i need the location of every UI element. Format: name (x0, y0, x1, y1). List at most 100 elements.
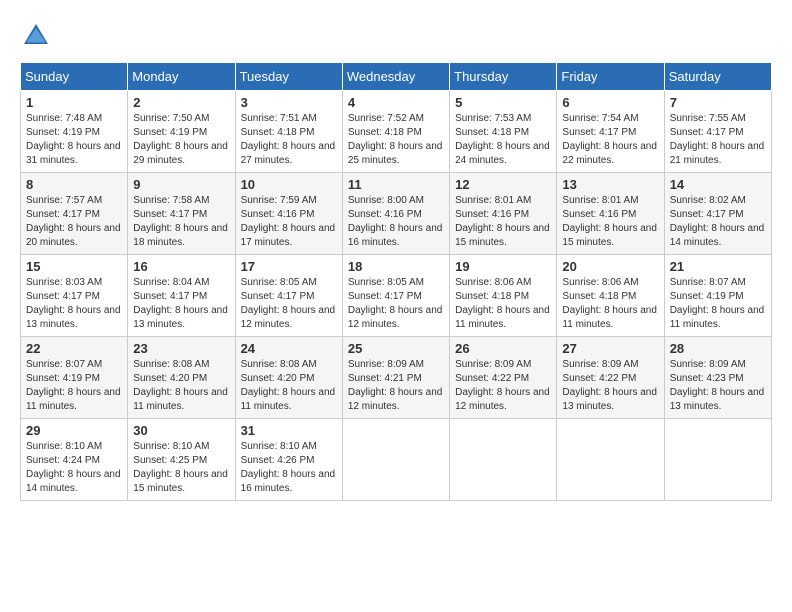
day-number: 6 (562, 95, 658, 110)
day-detail: Sunrise: 7:54 AMSunset: 4:17 PMDaylight:… (562, 113, 657, 166)
calendar-day-cell (342, 419, 449, 501)
day-detail: Sunrise: 8:07 AMSunset: 4:19 PMDaylight:… (670, 277, 765, 330)
day-number: 14 (670, 177, 766, 192)
calendar-week-row: 15 Sunrise: 8:03 AMSunset: 4:17 PMDaylig… (21, 255, 772, 337)
calendar-day-cell: 3 Sunrise: 7:51 AMSunset: 4:18 PMDayligh… (235, 91, 342, 173)
day-detail: Sunrise: 7:51 AMSunset: 4:18 PMDaylight:… (241, 113, 336, 166)
day-detail: Sunrise: 8:06 AMSunset: 4:18 PMDaylight:… (562, 277, 657, 330)
day-detail: Sunrise: 7:50 AMSunset: 4:19 PMDaylight:… (133, 113, 228, 166)
day-of-week-header: Sunday (21, 63, 128, 91)
calendar-day-cell: 17 Sunrise: 8:05 AMSunset: 4:17 PMDaylig… (235, 255, 342, 337)
day-number: 18 (348, 259, 444, 274)
day-detail: Sunrise: 8:04 AMSunset: 4:17 PMDaylight:… (133, 277, 228, 330)
calendar-table: SundayMondayTuesdayWednesdayThursdayFrid… (20, 62, 772, 501)
day-detail: Sunrise: 8:08 AMSunset: 4:20 PMDaylight:… (133, 359, 228, 412)
day-detail: Sunrise: 8:05 AMSunset: 4:17 PMDaylight:… (241, 277, 336, 330)
page-header (20, 20, 772, 52)
day-number: 16 (133, 259, 229, 274)
calendar-day-cell: 2 Sunrise: 7:50 AMSunset: 4:19 PMDayligh… (128, 91, 235, 173)
calendar-day-cell: 27 Sunrise: 8:09 AMSunset: 4:22 PMDaylig… (557, 337, 664, 419)
day-number: 31 (241, 423, 337, 438)
calendar-day-cell: 9 Sunrise: 7:58 AMSunset: 4:17 PMDayligh… (128, 173, 235, 255)
calendar-day-cell: 18 Sunrise: 8:05 AMSunset: 4:17 PMDaylig… (342, 255, 449, 337)
day-detail: Sunrise: 8:02 AMSunset: 4:17 PMDaylight:… (670, 195, 765, 248)
calendar-day-cell: 28 Sunrise: 8:09 AMSunset: 4:23 PMDaylig… (664, 337, 771, 419)
day-detail: Sunrise: 7:59 AMSunset: 4:16 PMDaylight:… (241, 195, 336, 248)
day-detail: Sunrise: 8:09 AMSunset: 4:23 PMDaylight:… (670, 359, 765, 412)
calendar-day-cell: 10 Sunrise: 7:59 AMSunset: 4:16 PMDaylig… (235, 173, 342, 255)
calendar-day-cell: 24 Sunrise: 8:08 AMSunset: 4:20 PMDaylig… (235, 337, 342, 419)
day-number: 24 (241, 341, 337, 356)
day-number: 22 (26, 341, 122, 356)
calendar-day-cell: 5 Sunrise: 7:53 AMSunset: 4:18 PMDayligh… (450, 91, 557, 173)
calendar-week-row: 22 Sunrise: 8:07 AMSunset: 4:19 PMDaylig… (21, 337, 772, 419)
calendar-day-cell: 20 Sunrise: 8:06 AMSunset: 4:18 PMDaylig… (557, 255, 664, 337)
day-detail: Sunrise: 8:01 AMSunset: 4:16 PMDaylight:… (455, 195, 550, 248)
calendar-day-cell: 25 Sunrise: 8:09 AMSunset: 4:21 PMDaylig… (342, 337, 449, 419)
day-detail: Sunrise: 7:57 AMSunset: 4:17 PMDaylight:… (26, 195, 121, 248)
calendar-day-cell: 22 Sunrise: 8:07 AMSunset: 4:19 PMDaylig… (21, 337, 128, 419)
day-number: 9 (133, 177, 229, 192)
calendar-day-cell: 12 Sunrise: 8:01 AMSunset: 4:16 PMDaylig… (450, 173, 557, 255)
calendar-day-cell (450, 419, 557, 501)
day-of-week-header: Tuesday (235, 63, 342, 91)
calendar-day-cell: 7 Sunrise: 7:55 AMSunset: 4:17 PMDayligh… (664, 91, 771, 173)
calendar-week-row: 29 Sunrise: 8:10 AMSunset: 4:24 PMDaylig… (21, 419, 772, 501)
day-number: 12 (455, 177, 551, 192)
day-number: 30 (133, 423, 229, 438)
calendar-day-cell: 30 Sunrise: 8:10 AMSunset: 4:25 PMDaylig… (128, 419, 235, 501)
day-detail: Sunrise: 8:10 AMSunset: 4:24 PMDaylight:… (26, 441, 121, 494)
day-number: 2 (133, 95, 229, 110)
day-detail: Sunrise: 7:53 AMSunset: 4:18 PMDaylight:… (455, 113, 550, 166)
day-number: 26 (455, 341, 551, 356)
day-detail: Sunrise: 7:52 AMSunset: 4:18 PMDaylight:… (348, 113, 443, 166)
day-detail: Sunrise: 7:55 AMSunset: 4:17 PMDaylight:… (670, 113, 765, 166)
calendar-day-cell: 1 Sunrise: 7:48 AMSunset: 4:19 PMDayligh… (21, 91, 128, 173)
day-detail: Sunrise: 8:03 AMSunset: 4:17 PMDaylight:… (26, 277, 121, 330)
calendar-day-cell: 16 Sunrise: 8:04 AMSunset: 4:17 PMDaylig… (128, 255, 235, 337)
calendar-day-cell: 14 Sunrise: 8:02 AMSunset: 4:17 PMDaylig… (664, 173, 771, 255)
day-number: 5 (455, 95, 551, 110)
day-of-week-header: Friday (557, 63, 664, 91)
calendar-day-cell: 13 Sunrise: 8:01 AMSunset: 4:16 PMDaylig… (557, 173, 664, 255)
day-number: 1 (26, 95, 122, 110)
calendar-day-cell: 15 Sunrise: 8:03 AMSunset: 4:17 PMDaylig… (21, 255, 128, 337)
day-number: 28 (670, 341, 766, 356)
day-number: 27 (562, 341, 658, 356)
day-number: 11 (348, 177, 444, 192)
day-detail: Sunrise: 8:10 AMSunset: 4:25 PMDaylight:… (133, 441, 228, 494)
day-detail: Sunrise: 7:58 AMSunset: 4:17 PMDaylight:… (133, 195, 228, 248)
day-number: 17 (241, 259, 337, 274)
logo (20, 20, 56, 52)
calendar-day-cell (557, 419, 664, 501)
calendar-week-row: 1 Sunrise: 7:48 AMSunset: 4:19 PMDayligh… (21, 91, 772, 173)
calendar-day-cell: 23 Sunrise: 8:08 AMSunset: 4:20 PMDaylig… (128, 337, 235, 419)
day-number: 4 (348, 95, 444, 110)
day-detail: Sunrise: 8:05 AMSunset: 4:17 PMDaylight:… (348, 277, 443, 330)
day-number: 15 (26, 259, 122, 274)
calendar-day-cell: 4 Sunrise: 7:52 AMSunset: 4:18 PMDayligh… (342, 91, 449, 173)
calendar-day-cell: 26 Sunrise: 8:09 AMSunset: 4:22 PMDaylig… (450, 337, 557, 419)
day-number: 23 (133, 341, 229, 356)
day-number: 29 (26, 423, 122, 438)
day-detail: Sunrise: 8:10 AMSunset: 4:26 PMDaylight:… (241, 441, 336, 494)
calendar-day-cell: 11 Sunrise: 8:00 AMSunset: 4:16 PMDaylig… (342, 173, 449, 255)
day-number: 21 (670, 259, 766, 274)
calendar-header-row: SundayMondayTuesdayWednesdayThursdayFrid… (21, 63, 772, 91)
day-detail: Sunrise: 7:48 AMSunset: 4:19 PMDaylight:… (26, 113, 121, 166)
calendar-day-cell: 19 Sunrise: 8:06 AMSunset: 4:18 PMDaylig… (450, 255, 557, 337)
day-detail: Sunrise: 8:01 AMSunset: 4:16 PMDaylight:… (562, 195, 657, 248)
day-of-week-header: Saturday (664, 63, 771, 91)
calendar-day-cell: 21 Sunrise: 8:07 AMSunset: 4:19 PMDaylig… (664, 255, 771, 337)
day-detail: Sunrise: 8:09 AMSunset: 4:22 PMDaylight:… (455, 359, 550, 412)
day-detail: Sunrise: 8:00 AMSunset: 4:16 PMDaylight:… (348, 195, 443, 248)
day-number: 19 (455, 259, 551, 274)
calendar-day-cell: 8 Sunrise: 7:57 AMSunset: 4:17 PMDayligh… (21, 173, 128, 255)
calendar-day-cell: 29 Sunrise: 8:10 AMSunset: 4:24 PMDaylig… (21, 419, 128, 501)
day-number: 8 (26, 177, 122, 192)
day-number: 20 (562, 259, 658, 274)
day-detail: Sunrise: 8:06 AMSunset: 4:18 PMDaylight:… (455, 277, 550, 330)
day-of-week-header: Thursday (450, 63, 557, 91)
day-number: 10 (241, 177, 337, 192)
day-detail: Sunrise: 8:09 AMSunset: 4:21 PMDaylight:… (348, 359, 443, 412)
